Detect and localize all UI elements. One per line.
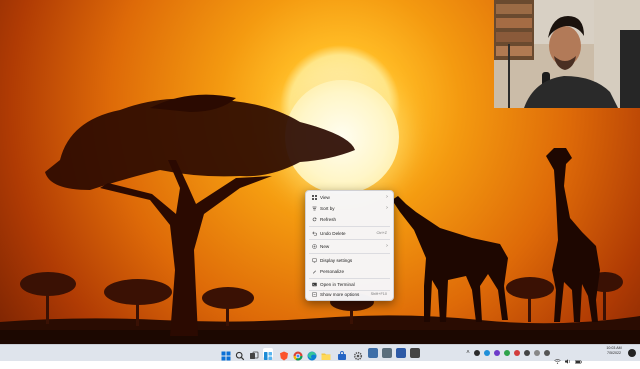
menu-item-label: Undo Delete [320, 230, 346, 236]
app-tray-icon[interactable] [494, 350, 500, 356]
menu-item-shortcut: Shift+F10 [370, 292, 387, 296]
terminal-icon [309, 282, 319, 287]
menu-item-label: New [320, 243, 330, 249]
clock-date: 7/5/2022 [607, 351, 621, 355]
chevron-right-icon: › [386, 205, 388, 211]
menu-item-label: Display settings [320, 257, 353, 263]
task-view-icon[interactable] [249, 348, 259, 359]
taskbar: ˄ 10:03 AM 7/5/2022 [0, 344, 640, 364]
menu-item-show-more-options[interactable]: Show more options Shift+F10 [309, 289, 390, 299]
app-icon[interactable] [410, 348, 420, 358]
app-tray-icon[interactable] [484, 350, 490, 356]
menu-item-undo-delete[interactable]: Undo Delete Ctrl+Z [309, 228, 390, 238]
menu-item-label: Open in Terminal [320, 281, 355, 287]
presenter-video [494, 0, 640, 108]
widgets-icon[interactable] [263, 348, 273, 360]
view-grid-icon [309, 194, 319, 200]
store-icon[interactable] [337, 348, 347, 360]
menu-separator [309, 239, 390, 240]
brave-browser-icon[interactable] [279, 348, 289, 361]
edge-icon[interactable] [307, 348, 317, 361]
app-icon[interactable] [382, 348, 392, 358]
taskbar-clock[interactable]: 10:03 AM 7/5/2022 [602, 346, 626, 356]
app-tray-icon[interactable] [524, 350, 530, 356]
menu-item-personalize[interactable]: Personalize [309, 266, 390, 276]
app-icon[interactable] [396, 348, 406, 358]
undo-icon [309, 231, 319, 236]
menu-item-refresh[interactable]: Refresh [309, 214, 390, 224]
app-tray-icon[interactable] [474, 350, 480, 356]
file-explorer-icon[interactable] [321, 348, 331, 360]
start-icon[interactable] [221, 348, 231, 361]
app-tray-icon[interactable] [544, 350, 550, 356]
menu-item-view[interactable]: View › [309, 192, 390, 202]
notification-icon[interactable] [628, 349, 636, 357]
new-icon [309, 243, 319, 249]
menu-item-label: Show more options [320, 291, 360, 297]
menu-item-shortcut: Ctrl+Z [376, 231, 387, 235]
desktop[interactable]: View › Sort by › Refresh Undo Delete Ctr… [0, 0, 640, 344]
personalize-icon [309, 269, 319, 274]
menu-item-open-in-terminal[interactable]: Open in Terminal [309, 279, 390, 289]
search-icon[interactable] [235, 348, 245, 361]
settings-icon[interactable] [353, 348, 363, 361]
desktop-context-menu: View › Sort by › Refresh Undo Delete Ctr… [305, 190, 394, 301]
volume-icon[interactable] [565, 351, 571, 364]
chrome-icon[interactable] [293, 348, 303, 361]
menu-item-label: Sort by [320, 205, 335, 211]
menu-separator [309, 253, 390, 254]
chevron-right-icon: › [386, 243, 388, 249]
battery-icon[interactable] [575, 351, 582, 364]
menu-item-sort-by[interactable]: Sort by › [309, 203, 390, 213]
more-options-icon [309, 291, 319, 297]
show-hidden-icons-icon[interactable]: ˄ [464, 350, 472, 356]
menu-item-label: View [320, 194, 330, 200]
menu-item-display-settings[interactable]: Display settings [309, 255, 390, 265]
app-tray-icon[interactable] [504, 350, 510, 356]
webcam-overlay [494, 0, 640, 108]
system-tray: ˄ [464, 345, 584, 364]
app-tray-icon[interactable] [514, 350, 520, 356]
menu-item-new[interactable]: New › [309, 241, 390, 251]
app-icon[interactable] [368, 348, 378, 358]
menu-item-label: Refresh [320, 216, 337, 222]
display-settings-icon [309, 257, 319, 263]
menu-separator [309, 226, 390, 227]
wifi-icon[interactable] [554, 351, 561, 364]
sort-icon [309, 206, 319, 211]
refresh-icon [309, 217, 319, 222]
menu-item-label: Personalize [320, 268, 345, 274]
app-tray-icon[interactable] [534, 350, 540, 356]
chevron-right-icon: › [386, 194, 388, 200]
